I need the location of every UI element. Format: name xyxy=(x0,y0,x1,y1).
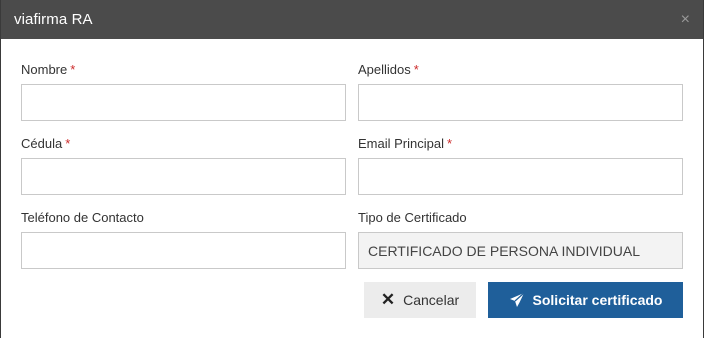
cancel-button-label: Cancelar xyxy=(403,292,460,308)
email-label: Email Principal * xyxy=(358,136,452,151)
email-label-text: Email Principal xyxy=(358,136,444,151)
email-required-mark: * xyxy=(446,136,453,151)
cedula-input[interactable] xyxy=(21,158,346,195)
tipo-certificado-label: Tipo de Certificado xyxy=(358,210,467,225)
dialog-titlebar: viafirma RA × xyxy=(1,0,703,39)
nombre-input[interactable] xyxy=(21,84,346,121)
viafirma-ra-dialog: viafirma RA × Nombre * Apellidos * Cédula *… xyxy=(0,0,704,338)
apellidos-label-text: Apellidos xyxy=(358,62,411,77)
apellidos-required-mark: * xyxy=(413,62,419,77)
tipo-certificado-field xyxy=(358,232,683,269)
cedula-label: Cédula * xyxy=(21,136,70,151)
dialog-title: viafirma RA xyxy=(14,11,93,28)
nombre-label: Nombre * xyxy=(21,62,75,77)
email-input[interactable] xyxy=(358,158,683,195)
certificate-request-form: Nombre * Apellidos * Cédula * Email Princip… xyxy=(1,39,703,338)
close-icon[interactable]: × xyxy=(681,11,690,28)
telefono-input[interactable] xyxy=(21,232,346,269)
cedula-required-mark: * xyxy=(65,136,71,151)
solicitar-certificado-label: Solicitar certificado xyxy=(532,292,663,308)
nombre-required-mark: * xyxy=(70,62,76,77)
telefono-label: Teléfono de Contacto xyxy=(21,210,144,225)
nombre-label-text: Nombre xyxy=(21,62,68,77)
x-icon: ✕ xyxy=(380,290,396,309)
paper-plane-icon xyxy=(509,292,525,308)
apellidos-input[interactable] xyxy=(358,84,683,121)
telefono-label-text: Teléfono de Contacto xyxy=(21,210,144,225)
cancel-button[interactable]: ✕ Cancelar xyxy=(364,282,476,318)
cedula-label-text: Cédula xyxy=(21,136,63,151)
solicitar-certificado-button[interactable]: Solicitar certificado xyxy=(488,282,683,318)
apellidos-label: Apellidos * xyxy=(358,62,419,77)
tipo-certificado-label-text: Tipo de Certificado xyxy=(358,210,467,225)
